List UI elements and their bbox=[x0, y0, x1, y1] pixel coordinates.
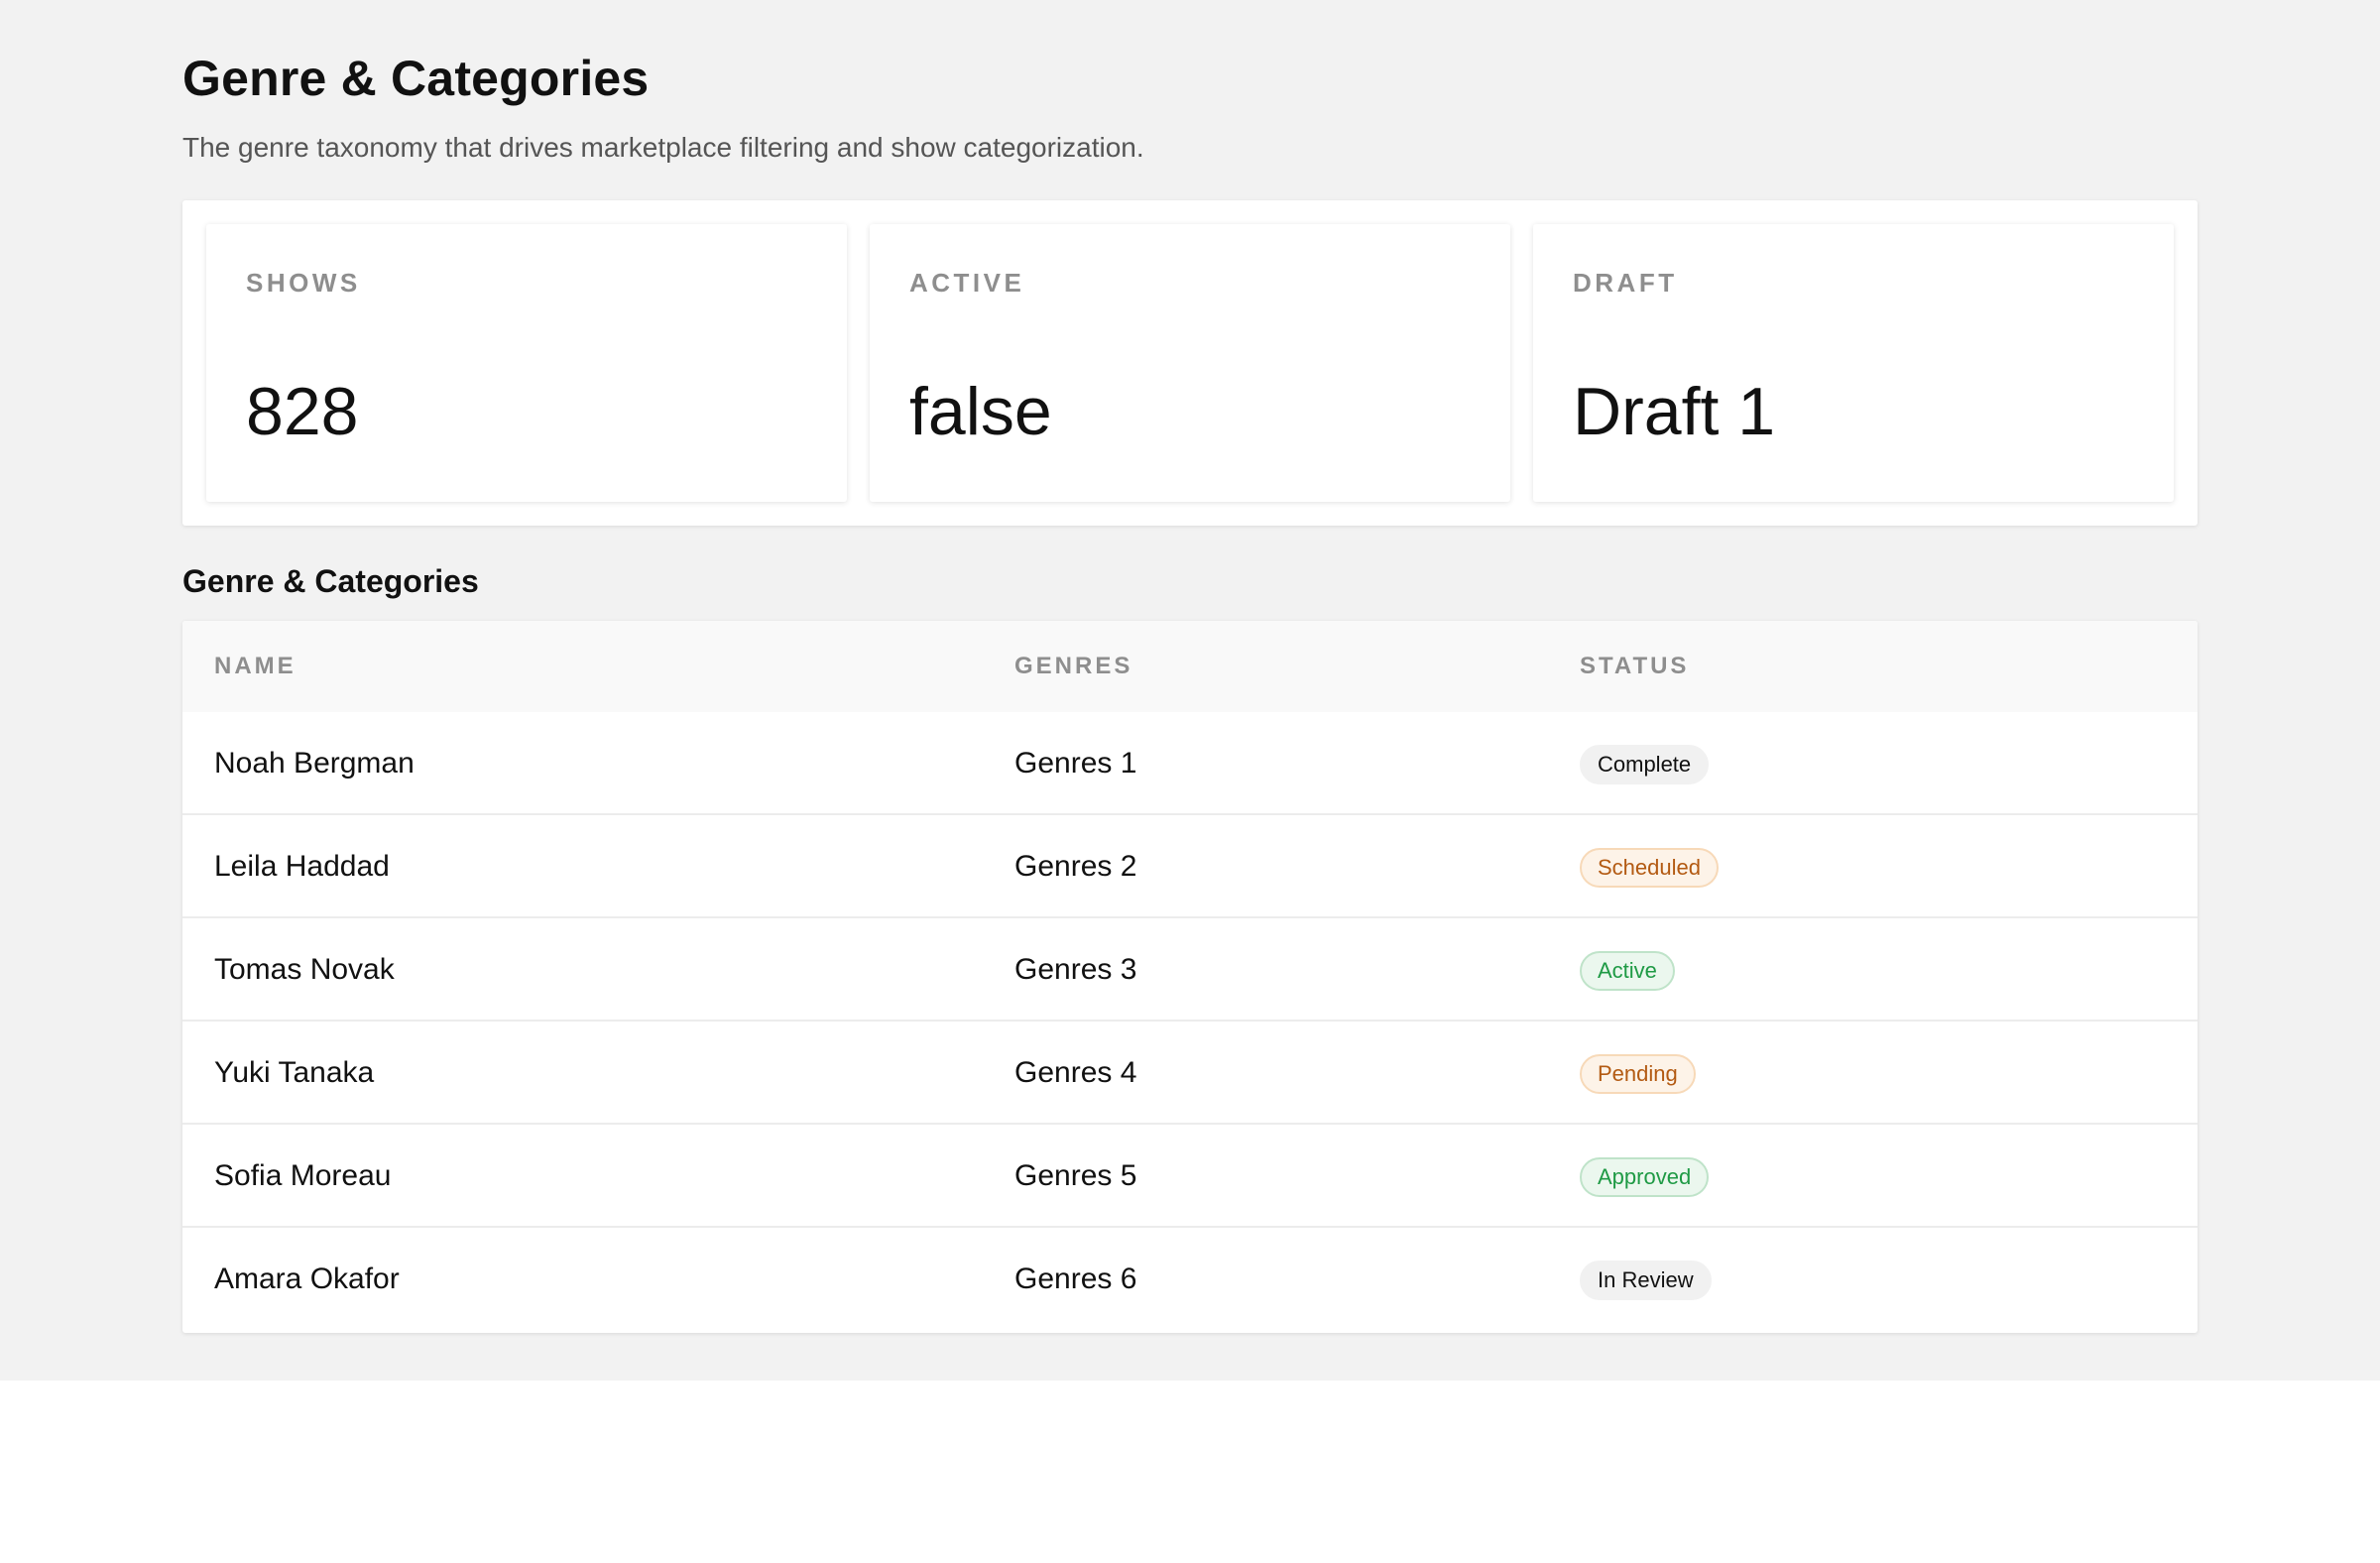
table-header: NAME GENRES STATUS bbox=[182, 621, 2198, 712]
status-badge: In Review bbox=[1580, 1261, 1712, 1300]
cell-name: Sofia Moreau bbox=[214, 1159, 392, 1192]
stats-panel: SHOWS 828 ACTIVE false DRAFT Draft 1 bbox=[182, 200, 2198, 526]
cell-genres: Genres 5 bbox=[1014, 1159, 1137, 1192]
table-row[interactable]: Tomas Novak Genres 3 Active bbox=[182, 918, 2198, 1022]
stat-card-shows: SHOWS 828 bbox=[206, 224, 847, 502]
stat-value: false bbox=[909, 374, 1052, 449]
page-title: Genre & Categories bbox=[182, 51, 650, 106]
app-background: Genre & Categories The genre taxonomy th… bbox=[0, 0, 2380, 1381]
stat-value: Draft 1 bbox=[1573, 374, 1776, 449]
stat-value: 828 bbox=[246, 374, 359, 449]
cell-genres: Genres 6 bbox=[1014, 1262, 1137, 1295]
table-row[interactable]: Leila Haddad Genres 2 Scheduled bbox=[182, 815, 2198, 918]
table-row[interactable]: Amara Okafor Genres 6 In Review bbox=[182, 1228, 2198, 1331]
table-row[interactable]: Noah Bergman Genres 1 Complete bbox=[182, 712, 2198, 815]
stat-card-active: ACTIVE false bbox=[870, 224, 1510, 502]
cell-name: Leila Haddad bbox=[214, 850, 390, 883]
table-row[interactable]: Yuki Tanaka Genres 4 Pending bbox=[182, 1022, 2198, 1125]
stat-card-draft: DRAFT Draft 1 bbox=[1533, 224, 2174, 502]
cell-genres: Genres 3 bbox=[1014, 953, 1137, 986]
cell-name: Noah Bergman bbox=[214, 747, 415, 780]
table-body: Noah Bergman Genres 1 Complete Leila Had… bbox=[182, 712, 2198, 1331]
status-badge: Complete bbox=[1580, 745, 1710, 784]
column-header-genres: GENRES bbox=[1014, 653, 1133, 679]
stat-label: DRAFT bbox=[1573, 268, 1678, 298]
status-badge: Active bbox=[1580, 951, 1675, 991]
cell-name: Amara Okafor bbox=[214, 1262, 400, 1295]
cell-genres: Genres 2 bbox=[1014, 850, 1137, 883]
stat-label: SHOWS bbox=[246, 268, 361, 298]
cell-name: Yuki Tanaka bbox=[214, 1056, 375, 1089]
column-header-status: STATUS bbox=[1580, 653, 1690, 679]
section-title: Genre & Categories bbox=[182, 563, 479, 599]
cell-genres: Genres 4 bbox=[1014, 1056, 1137, 1089]
genres-table: NAME GENRES STATUS Noah Bergman Genres 1… bbox=[182, 621, 2198, 1333]
status-badge: Scheduled bbox=[1580, 848, 1719, 888]
page-subtitle: The genre taxonomy that drives marketpla… bbox=[182, 132, 1144, 163]
stat-label: ACTIVE bbox=[909, 268, 1025, 298]
status-badge: Approved bbox=[1580, 1157, 1710, 1197]
cell-name: Tomas Novak bbox=[214, 953, 395, 986]
status-badge: Pending bbox=[1580, 1054, 1696, 1094]
cell-genres: Genres 1 bbox=[1014, 747, 1137, 780]
table-row[interactable]: Sofia Moreau Genres 5 Approved bbox=[182, 1125, 2198, 1228]
column-header-name: NAME bbox=[214, 653, 297, 679]
